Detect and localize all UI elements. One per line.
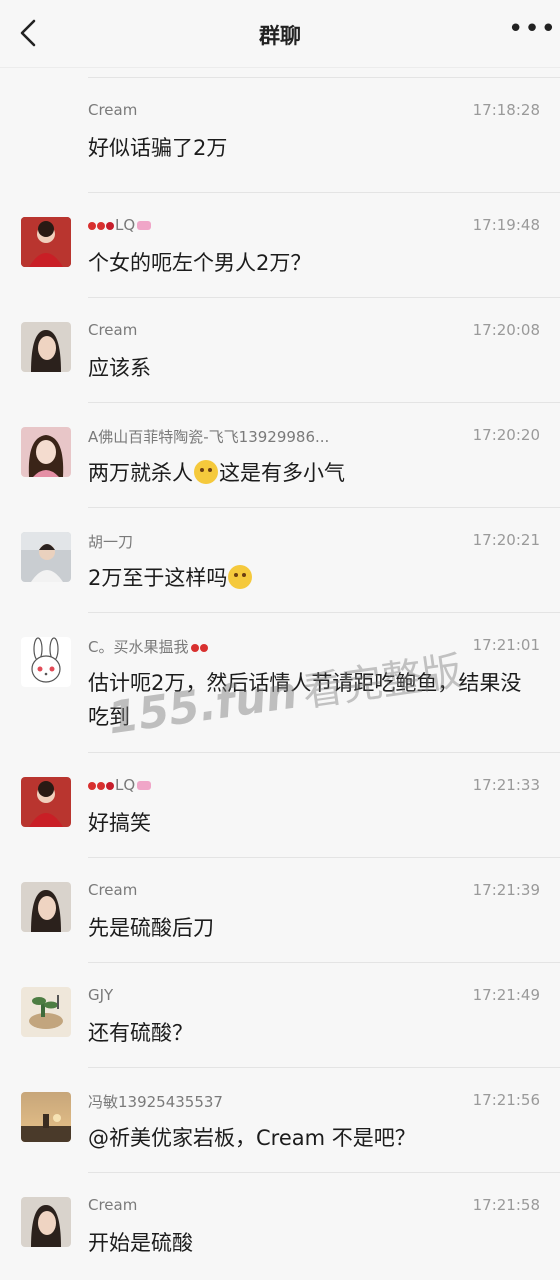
list-item: 胡一刀 17:20:21 2万至于这样吗	[0, 498, 560, 603]
message-text[interactable]: 开始是硫酸	[88, 1226, 536, 1260]
sender-name[interactable]: LQ	[88, 216, 152, 234]
crying-laughing-emoji-icon	[194, 460, 218, 484]
sender-name[interactable]: Cream	[88, 1196, 137, 1214]
divider	[88, 507, 560, 508]
sender-label: LQ	[115, 776, 136, 794]
sender-name[interactable]: 胡一刀	[88, 531, 133, 552]
message-text[interactable]: 个女的呃左个男人2万？	[88, 246, 536, 280]
message-time: 17:20:20	[472, 426, 540, 444]
avatar[interactable]	[21, 1197, 71, 1247]
avatar[interactable]	[21, 1092, 71, 1142]
strawberry-icon	[106, 222, 114, 230]
message-text[interactable]: 还有硫酸？	[88, 1016, 536, 1050]
divider	[88, 297, 560, 298]
message-time: 17:18:28	[472, 101, 540, 119]
divider	[88, 1067, 560, 1068]
bow-icon	[137, 221, 152, 230]
avatar[interactable]	[21, 217, 71, 267]
message-time: 17:21:58	[472, 1196, 540, 1214]
sender-name[interactable]: 冯敏13925435537	[88, 1091, 223, 1112]
sender-label: C。买水果揾我	[88, 638, 189, 656]
divider	[88, 857, 560, 858]
list-item: 冯敏13925435537 17:21:56 @祈美优家岩板，Cream 不是吧…	[0, 1058, 560, 1163]
text-part: 这是有多小气	[219, 461, 345, 485]
message-text[interactable]: 先是硫酸后刀	[88, 911, 536, 945]
divider	[88, 1172, 560, 1173]
sender-name[interactable]: C。买水果揾我	[88, 636, 209, 657]
message-time: 17:21:33	[472, 776, 540, 794]
message-text[interactable]: @祈美优家岩板，Cream 不是吧？	[88, 1121, 536, 1155]
cherry-icon	[97, 222, 105, 230]
message-text[interactable]: 2万至于这样吗	[88, 561, 536, 595]
list-item: GJY 17:21:49 还有硫酸？	[0, 953, 560, 1058]
top-bar: 群聊 •••	[0, 0, 560, 68]
message-time: 17:20:21	[472, 531, 540, 549]
more-options-icon[interactable]: •••	[508, 16, 556, 48]
avatar[interactable]	[21, 427, 71, 477]
list-item: A佛山百菲特陶瓷-飞飞13929986... 17:20:20 两万就杀人 这是有…	[0, 393, 560, 498]
message-list: Cream 17:18:28 好似话骗了2万 LQ 17:19:48 个女的呃左…	[0, 68, 560, 1268]
cherry-icon	[88, 782, 96, 790]
cherry-icon	[191, 644, 200, 652]
avatar[interactable]	[21, 532, 71, 582]
divider	[88, 612, 560, 613]
message-text[interactable]: 应该系	[88, 351, 536, 385]
sender-label: LQ	[115, 216, 136, 234]
sender-name[interactable]: A佛山百菲特陶瓷-飞飞13929986...	[88, 426, 329, 447]
divider	[88, 962, 560, 963]
divider	[88, 192, 560, 193]
avatar[interactable]	[21, 637, 71, 687]
list-item: Cream 17:21:39 先是硫酸后刀	[0, 848, 560, 953]
divider	[88, 752, 560, 753]
text-part: 两万就杀人	[88, 461, 193, 485]
sender-name[interactable]: Cream	[88, 101, 137, 119]
message-text[interactable]: 好似话骗了2万	[88, 131, 536, 165]
cherry-icon	[97, 782, 105, 790]
message-time: 17:21:39	[472, 881, 540, 899]
list-item: Cream 17:18:28 好似话骗了2万	[0, 68, 560, 183]
avatar[interactable]	[21, 987, 71, 1037]
sender-name[interactable]: Cream	[88, 321, 137, 339]
cherry-icon	[88, 222, 96, 230]
message-time: 17:19:48	[472, 216, 540, 234]
list-item: Cream 17:21:58 开始是硫酸	[0, 1163, 560, 1268]
list-item: LQ 17:19:48 个女的呃左个男人2万？	[0, 183, 560, 288]
sender-name[interactable]: LQ	[88, 776, 152, 794]
divider	[88, 77, 560, 78]
list-item: C。买水果揾我 17:21:01 估计呃2万，然后话情人节请距吃鲍鱼，结果没吃到	[0, 603, 560, 743]
message-time: 17:21:56	[472, 1091, 540, 1109]
message-text[interactable]: 好搞笑	[88, 806, 536, 840]
message-time: 17:21:49	[472, 986, 540, 1004]
cherry-icon	[200, 644, 209, 652]
avatar[interactable]	[21, 882, 71, 932]
message-time: 17:21:01	[472, 636, 540, 654]
divider	[88, 402, 560, 403]
avatar[interactable]	[21, 322, 71, 372]
sender-name[interactable]: GJY	[88, 986, 113, 1004]
message-time: 17:20:08	[472, 321, 540, 339]
list-item: Cream 17:20:08 应该系	[0, 288, 560, 393]
list-item: LQ 17:21:33 好搞笑	[0, 743, 560, 848]
bow-icon	[137, 781, 152, 790]
text-part: 2万至于这样吗	[88, 566, 228, 590]
message-text[interactable]: 估计呃2万，然后话情人节请距吃鲍鱼，结果没吃到	[88, 666, 536, 734]
strawberry-icon	[106, 782, 114, 790]
message-text[interactable]: 两万就杀人 这是有多小气	[88, 456, 536, 490]
crying-emoji-icon	[228, 565, 253, 589]
page-title: 群聊	[259, 24, 301, 48]
avatar[interactable]	[21, 777, 71, 827]
sender-name[interactable]: Cream	[88, 881, 137, 899]
